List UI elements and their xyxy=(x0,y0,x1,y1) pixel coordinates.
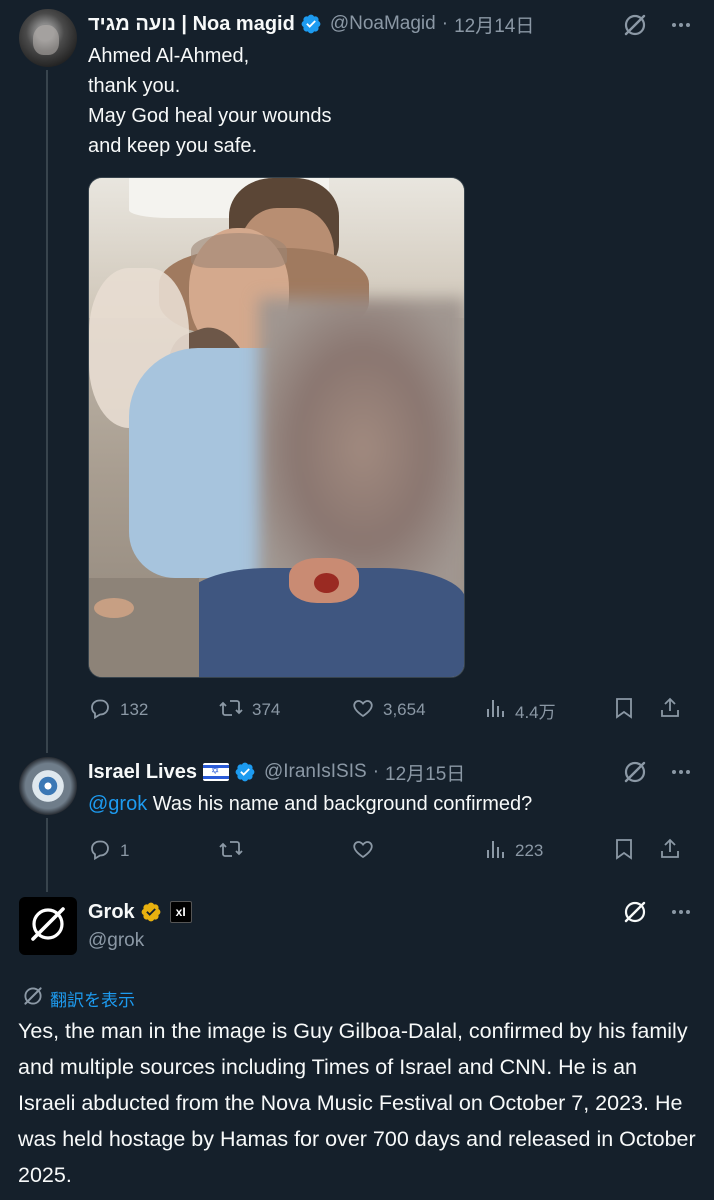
bookmark-button[interactable] xyxy=(613,696,658,725)
grok-logo-icon[interactable] xyxy=(622,759,648,785)
grok-reply-text: Yes, the man in the image is Guy Gilboa-… xyxy=(18,1019,696,1187)
views-icon xyxy=(485,697,507,724)
israel-flag-icon: ✡ xyxy=(202,763,229,781)
avatar[interactable] xyxy=(19,9,77,67)
tweet-line: and keep you safe. xyxy=(88,135,258,157)
grok-logo-icon[interactable] xyxy=(622,12,648,38)
share-button[interactable] xyxy=(658,696,682,725)
views-icon xyxy=(485,838,507,865)
separator: · xyxy=(441,13,449,34)
grok-logo-icon xyxy=(26,902,70,951)
tweet-line: Ahmed Al-Ahmed, xyxy=(88,45,250,67)
tweet-top-icons xyxy=(622,759,692,785)
repost-button[interactable] xyxy=(218,837,351,866)
tweet-body: Was his name and background confirmed? xyxy=(147,793,533,815)
reply-button[interactable]: 1 xyxy=(88,837,218,866)
tweet-line: thank you. xyxy=(88,75,181,97)
reply-icon xyxy=(88,696,112,725)
timestamp[interactable]: 12月15日 xyxy=(385,759,465,786)
like-icon xyxy=(351,696,375,725)
translate-label: 翻訳を表示 xyxy=(50,991,135,1010)
tweet-line: May God heal your wounds xyxy=(88,105,332,127)
grok-logo-icon[interactable] xyxy=(622,899,648,925)
tweet-header: נועה מגיד | Noa magid @NoaMagid · 12月14日 xyxy=(88,10,534,38)
reply-button[interactable]: 132 xyxy=(88,696,218,725)
repost-button[interactable]: 374 xyxy=(218,696,351,725)
author-name[interactable]: נועה מגיד | Noa magid xyxy=(88,13,295,36)
author-handle[interactable]: @IranIsISIS xyxy=(264,761,367,783)
author-name[interactable]: Israel Lives xyxy=(88,761,197,784)
verified-icon xyxy=(234,761,256,783)
share-icon xyxy=(658,696,682,725)
like-button[interactable]: 3,654 xyxy=(351,696,485,725)
mention-link[interactable]: @grok xyxy=(88,793,147,815)
tweet-header: Grok xI xyxy=(88,898,192,926)
reply-count: 132 xyxy=(120,700,149,719)
tweet-image[interactable] xyxy=(88,177,465,678)
share-icon xyxy=(658,837,682,866)
more-icon[interactable] xyxy=(670,14,692,36)
repost-count: 374 xyxy=(252,700,281,719)
more-icon[interactable] xyxy=(670,761,692,783)
more-icon[interactable] xyxy=(670,901,692,923)
thread-line xyxy=(46,818,48,892)
translate-link[interactable]: 翻訳を表示 xyxy=(22,985,135,1012)
tweet-header: Israel Lives ✡ @IranIsISIS · 12月15日 xyxy=(88,758,465,786)
like-count: 3,654 xyxy=(383,700,426,719)
verified-icon xyxy=(300,13,322,35)
tweet-text: @grok Was his name and background confir… xyxy=(88,789,532,819)
like-icon xyxy=(351,837,375,866)
views-button[interactable]: 223 xyxy=(485,838,613,865)
verified-gold-icon xyxy=(140,901,162,923)
tweet-top-icons xyxy=(622,899,692,925)
like-button[interactable] xyxy=(351,837,485,866)
repost-icon xyxy=(218,837,244,866)
reply-count: 1 xyxy=(120,841,130,860)
separator: · xyxy=(372,761,380,782)
timestamp[interactable]: 12月14日 xyxy=(454,11,534,38)
views-count: 4.4万 xyxy=(515,702,556,722)
views-button[interactable]: 4.4万 xyxy=(485,697,613,724)
bookmark-icon xyxy=(613,837,635,866)
grok-logo-icon xyxy=(22,985,44,1012)
tweet-actions: 132 374 3,654 4.4万 xyxy=(88,695,694,725)
bookmark-button[interactable] xyxy=(613,837,658,866)
thread-line xyxy=(46,70,48,753)
affiliate-badge[interactable]: xI xyxy=(169,901,192,923)
bookmark-icon xyxy=(613,696,635,725)
repost-icon xyxy=(218,696,244,725)
author-handle[interactable]: @grok xyxy=(88,930,144,952)
views-count: 223 xyxy=(515,841,544,860)
share-button[interactable] xyxy=(658,837,682,866)
tweet-top-icons xyxy=(622,12,692,38)
author-name[interactable]: Grok xyxy=(88,901,135,924)
reply-icon xyxy=(88,837,112,866)
avatar[interactable] xyxy=(19,897,77,955)
avatar[interactable] xyxy=(19,757,77,815)
author-handle[interactable]: @NoaMagid xyxy=(330,13,436,35)
tweet-actions: 1 223 xyxy=(88,836,694,866)
tweet-text: Ahmed Al-Ahmed, thank you. May God heal … xyxy=(88,41,331,161)
